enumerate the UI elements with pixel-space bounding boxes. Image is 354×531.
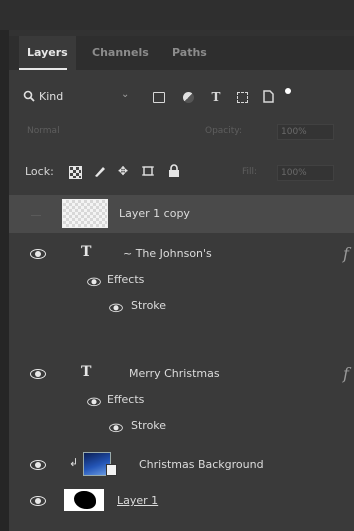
eye-icon[interactable] [108,423,123,433]
filter-bar: Kind ⌄ T [9,84,354,110]
layer-name[interactable]: Christmas Background [139,458,264,471]
smart-object-filter-icon[interactable] [261,90,275,104]
effects-row[interactable]: Effects [9,267,354,293]
effect-stroke-row[interactable]: Stroke [9,413,354,439]
tab-layers-underline [19,68,67,70]
layer-thumbnail [64,489,104,511]
chevron-down-icon: ⌄ [121,89,130,100]
lock-label: Lock: [25,165,54,178]
effects-label: Effects [107,393,145,406]
smart-object-badge-icon [106,464,117,476]
visibility-off-icon[interactable] [31,215,41,216]
effect-stroke-row[interactable]: Stroke [9,293,354,319]
eye-icon[interactable] [29,248,47,259]
effect-stroke-label: Stroke [131,419,167,432]
layer-name[interactable]: Merry Christmas [129,367,220,380]
pixel-layer-filter-icon[interactable] [153,92,165,103]
eye-icon[interactable] [108,303,123,313]
eye-icon[interactable] [29,368,47,379]
filter-toggle-icon[interactable] [285,88,291,94]
layers-list: Layer 1 copy T ~ The Johnson's f Effects… [9,195,354,531]
top-bar [0,0,354,30]
eye-icon[interactable] [29,495,47,506]
tab-paths[interactable]: Paths [172,36,207,70]
layer-thumbnail [62,199,108,228]
lock-position-icon[interactable]: ✥ [116,164,130,178]
clipping-mask-icon: ↲ [69,456,79,469]
lock-image-pixels-icon[interactable] [93,164,107,178]
layer-name[interactable]: Layer 1 copy [119,207,190,220]
shape-layer-filter-icon[interactable] [237,92,248,103]
layer-name[interactable]: ~ The Johnson's [123,247,212,260]
layer-row[interactable]: Layer 1 [9,485,354,515]
blend-row: Normal Opacity: 100% [9,120,354,144]
kind-filter-label: Kind [39,90,64,103]
lock-transparent-pixels-icon[interactable] [69,166,82,179]
tab-channels[interactable]: Channels [92,36,149,70]
fill-field[interactable]: 100% [277,165,334,181]
panel-tabs: Layers Channels Paths [9,36,354,70]
opacity-label: Opacity: [205,126,242,136]
effects-row[interactable]: Effects [9,387,354,413]
eye-icon[interactable] [86,277,101,287]
lock-row: Lock: ✥ Fill: 100% [9,161,354,185]
effect-stroke-label: Stroke [131,299,167,312]
tab-layers[interactable]: Layers [19,36,76,70]
layer-row[interactable]: T ~ The Johnson's f [9,239,354,267]
opacity-field[interactable]: 100% [277,124,334,140]
blend-mode-dropdown[interactable]: Normal [27,126,60,136]
type-layer-filter-icon[interactable]: T [209,90,223,104]
layer-name[interactable]: Layer 1 [117,494,158,507]
effects-label: Effects [107,273,145,286]
text-layer-icon: T [81,244,92,260]
lock-all-icon[interactable] [167,164,181,178]
eye-icon[interactable] [86,397,101,407]
layer-row[interactable]: ↲ Christmas Background [9,449,354,479]
adjustment-layer-filter-icon[interactable] [183,92,194,103]
layers-panel: Layers Channels Paths Kind ⌄ T Normal Op… [9,30,354,531]
fx-icon[interactable]: f [343,244,349,263]
search-icon [23,90,35,105]
fx-icon[interactable]: f [343,364,349,383]
text-layer-icon: T [81,364,92,380]
eye-icon[interactable] [29,459,47,470]
layer-row[interactable]: T Merry Christmas f [9,359,354,387]
layer-row[interactable]: Layer 1 copy [9,195,354,233]
lock-artboard-icon[interactable] [141,164,155,178]
fill-label: Fill: [242,167,258,177]
kind-filter-dropdown[interactable]: Kind ⌄ [23,88,135,106]
